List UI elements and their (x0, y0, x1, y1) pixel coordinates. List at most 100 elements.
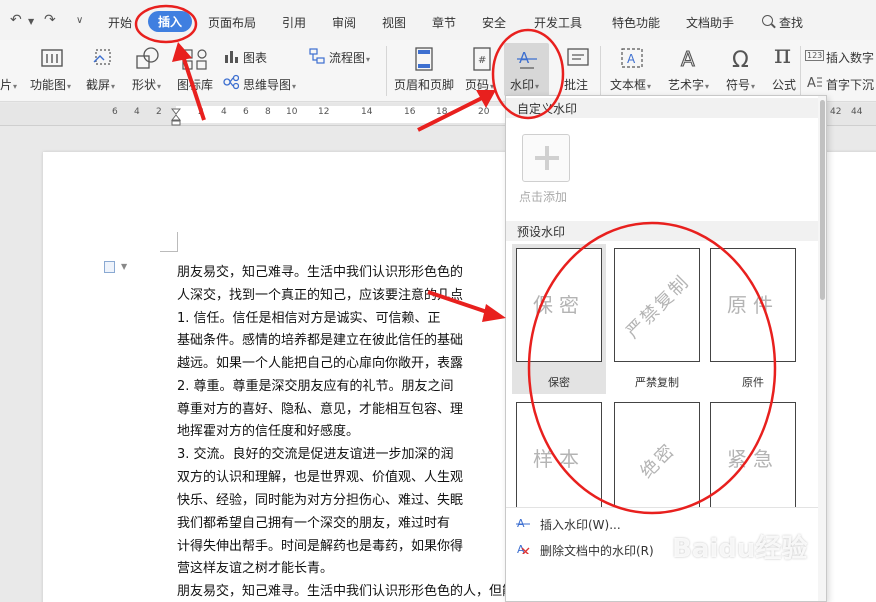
preset-thumbnail: 绝密 (614, 402, 700, 516)
preset-thumbnail: 保密 (516, 248, 602, 362)
ruler-number: 42 (830, 107, 842, 117)
textbox-icon[interactable]: A (620, 46, 644, 72)
paragraph-handle-icon[interactable] (104, 261, 115, 273)
function-chart-button[interactable]: 功能图▾ (30, 76, 71, 93)
tab-start[interactable]: 开始 (108, 14, 132, 31)
body-text-line[interactable]: 2. 尊重。尊重是深交朋友应有的礼节。朋友之间 (177, 375, 454, 394)
ruler-number: 6 (243, 107, 249, 117)
redo-icon[interactable]: ↷ (44, 12, 56, 28)
wordart-icon[interactable]: A (678, 46, 702, 72)
body-text-line[interactable]: 朋友易交，知己难寻。生活中我们认识形形色色的 (177, 261, 463, 280)
ruler-number: 16 (404, 107, 416, 117)
chart-icon[interactable] (223, 48, 239, 64)
preset-watermark-text: 样本 (533, 447, 585, 471)
ruler-number: 6 (112, 107, 118, 117)
tab-insert[interactable]: 插入 (148, 11, 193, 32)
undo-dropdown-icon[interactable]: ▼ (28, 17, 34, 26)
add-watermark-label[interactable]: 点击添加 (519, 188, 567, 205)
body-text-line[interactable]: 双方的认识和理解，也是世界观、价值观、人生观 (177, 466, 463, 485)
screenshot-button[interactable]: 截屏▾ (86, 76, 115, 93)
wordart-button[interactable]: 艺术字▾ (668, 76, 709, 93)
dropdown-scrollbar-thumb[interactable] (820, 100, 825, 300)
ruler-number: 4 (134, 107, 140, 117)
shape-button[interactable]: 形状▾ (132, 76, 161, 93)
insert-number-button[interactable]: 插入数字 (826, 49, 874, 66)
indent-marker-icon[interactable] (171, 108, 181, 126)
ribbon-separator (600, 46, 601, 96)
comment-icon[interactable] (566, 46, 590, 72)
preset-watermark-text: 原件 (727, 293, 779, 317)
ruler-number: 4 (221, 107, 227, 117)
mindmap-icon[interactable] (223, 74, 239, 90)
flowchart-icon[interactable] (309, 48, 325, 64)
page-number-button[interactable]: 页码▾ (465, 76, 494, 93)
body-text-line[interactable]: 越远。如果一个人能把自己的心扉向你敞开，表露 (177, 352, 463, 371)
header-footer-button[interactable]: 页眉和页脚 (394, 76, 454, 93)
picture-button-label[interactable]: 片▾ (0, 76, 17, 93)
drop-cap-button[interactable]: 首字下沉 (826, 76, 874, 93)
icon-library-icon[interactable] (181, 48, 209, 70)
flowchart-button[interactable]: 流程图▾ (329, 49, 370, 66)
page-number-icon[interactable]: # (472, 46, 492, 72)
tab-view[interactable]: 视图 (382, 14, 406, 31)
body-text-line[interactable]: 计得失伸出帮手。时间是解药也是毒药，如果你得 (177, 535, 463, 554)
body-text-line[interactable]: 3. 交流。良好的交流是促进友谊进一步加深的润 (177, 443, 454, 462)
preset-thumbnail: 紧急 (710, 402, 796, 516)
ribbon-separator (386, 46, 387, 96)
header-footer-icon[interactable] (414, 46, 434, 72)
tab-page-layout[interactable]: 页面布局 (208, 14, 256, 31)
preset-thumbnail-wrap: 严禁复制 严禁复制 (610, 244, 704, 394)
customize-quick-access-icon[interactable]: ∨ (76, 15, 83, 26)
ruler-number: 8 (265, 107, 271, 117)
svg-text:A: A (519, 49, 530, 67)
comment-button[interactable]: 批注 (564, 76, 588, 93)
svg-text:A: A (517, 517, 525, 528)
tab-references[interactable]: 引用 (282, 14, 306, 31)
ruler-number: 20 (478, 107, 490, 117)
body-text-line[interactable]: 地挥霍对方的信任度和好感度。 (177, 420, 359, 439)
tab-developer-tools[interactable]: 开发工具 (534, 14, 582, 31)
symbol-icon[interactable]: Ω (730, 46, 754, 72)
watermark-dropdown: 自定义水印 点击添加 预设水印 保密 保密 严禁复制 严禁复制 原件 原件 样本… (505, 95, 827, 602)
dropdown-scrollbar[interactable] (818, 96, 826, 601)
insert-number-icon[interactable]: 123 (805, 50, 825, 61)
paragraph-dropdown-icon[interactable]: ▼ (121, 262, 127, 271)
mindmap-button[interactable]: 思维导图▾ (243, 76, 296, 93)
insert-watermark-menu-item[interactable]: 插入水印(W)... (540, 516, 621, 533)
drop-cap-icon[interactable]: A (806, 74, 822, 90)
tab-security[interactable]: 安全 (482, 14, 506, 31)
tab-special-features[interactable]: 特色功能 (612, 14, 660, 31)
formula-icon[interactable]: π (774, 40, 791, 70)
tab-chapter[interactable]: 章节 (432, 14, 456, 31)
tab-document-assistant[interactable]: 文档助手 (686, 14, 734, 31)
symbol-button[interactable]: 符号▾ (726, 76, 755, 93)
body-text-line[interactable]: 基础条件。感情的培养都是建立在彼此信任的基础 (177, 329, 463, 348)
body-text-line[interactable]: 人深交，找到一个真正的知己，应该要注意的几点 (177, 284, 463, 303)
watermark-icon[interactable]: A (516, 46, 538, 72)
ruler-number: 12 (318, 107, 330, 117)
preset-watermark-text: 紧急 (727, 447, 779, 471)
search-icon[interactable] (762, 15, 773, 26)
add-watermark-icon[interactable] (522, 134, 570, 182)
margin-corner-mark (160, 232, 178, 252)
body-text-line[interactable]: 1. 信任。信任是相信对方是诚实、可信赖、正 (177, 307, 441, 326)
textbox-button[interactable]: 文本框▾ (610, 76, 651, 93)
body-text-line[interactable]: 营这样友谊之树才能长青。 (177, 557, 333, 576)
screenshot-icon[interactable] (92, 46, 114, 70)
body-text-line[interactable]: 快乐、经验，同时能为对方分担伤心、难过、失眠 (177, 489, 463, 508)
function-chart-icon[interactable] (40, 46, 64, 70)
ruler-number: 2 (198, 107, 204, 117)
chart-button[interactable]: 图表 (243, 49, 267, 66)
tab-review[interactable]: 审阅 (332, 14, 356, 31)
preset-watermark-header: 预设水印 (506, 221, 818, 241)
watermark-button[interactable]: 水印▾ (510, 76, 539, 93)
shape-icon[interactable] (135, 46, 161, 72)
preset-watermark-text: 保密 (533, 293, 585, 317)
undo-icon[interactable]: ↶ (10, 12, 22, 28)
body-text-line[interactable]: 我们都希望自己拥有一个深交的朋友，难过时有 (177, 512, 450, 531)
formula-button[interactable]: 公式 (772, 76, 796, 93)
search-label[interactable]: 查找 (779, 14, 803, 31)
delete-watermark-menu-item[interactable]: 删除文档中的水印(R) (540, 542, 654, 559)
body-text-line[interactable]: 尊重对方的喜好、隐私、意见，才能相互包容、理 (177, 398, 463, 417)
icon-library-button[interactable]: 图标库 (177, 76, 213, 93)
